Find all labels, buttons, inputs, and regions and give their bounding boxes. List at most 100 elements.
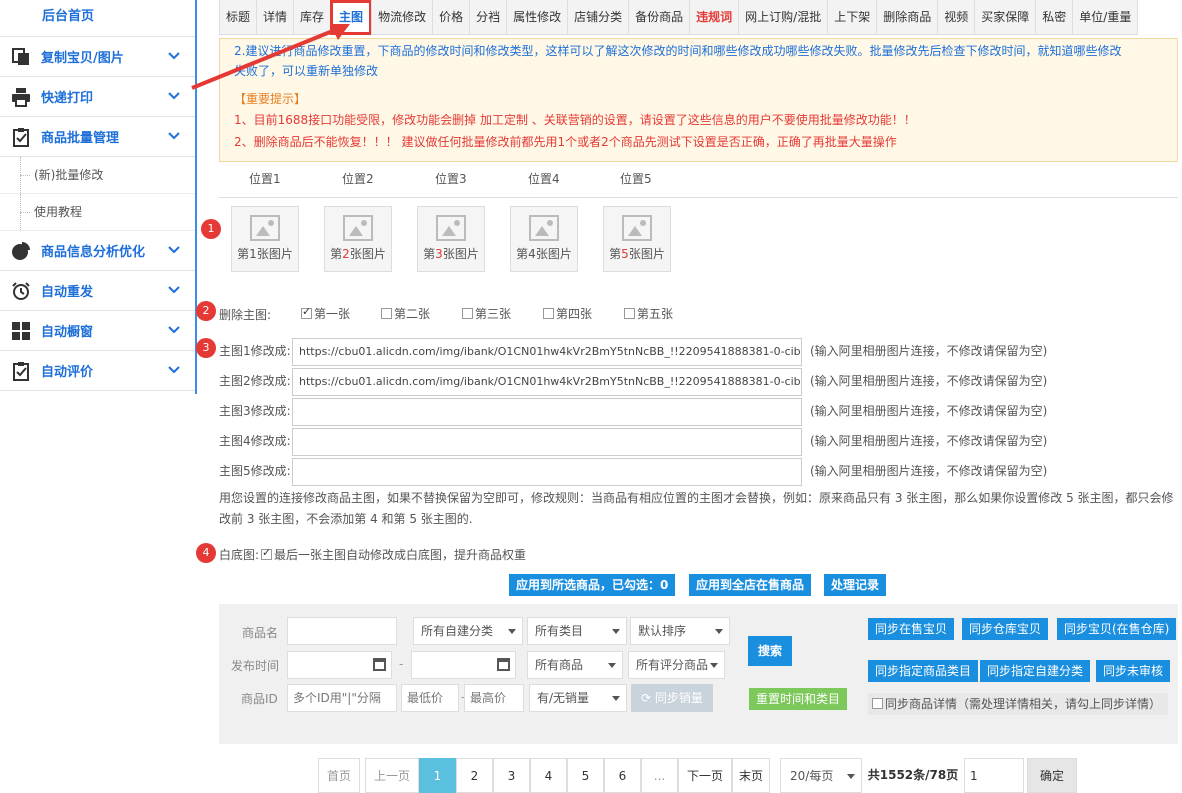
sidebar-item-label: 自动橱窗 <box>41 325 94 340</box>
sync-warehouse-button[interactable]: 同步仓库宝贝 <box>962 618 1049 640</box>
image-slot-2[interactable]: 第2张图片 <box>324 206 392 272</box>
reset-time-button[interactable]: 重置时间和类目 <box>749 688 848 710</box>
sync-unreviewed-button[interactable]: 同步未审核 <box>1096 660 1171 682</box>
image-placeholder-icon <box>250 215 280 241</box>
own-category-select[interactable]: 所有自建分类 <box>413 617 523 645</box>
page-button[interactable]: 1 <box>419 758 456 793</box>
main-image-2-input[interactable]: https://cbu01.alicdn.com/img/ibank/O1CN0… <box>292 368 802 396</box>
tab-listing[interactable]: 上下架 <box>827 0 878 35</box>
page-button[interactable]: 3 <box>493 758 530 793</box>
prev-page-button[interactable]: 上一页 <box>365 758 419 793</box>
main-image-3-input[interactable] <box>292 398 802 426</box>
sidebar-item-review[interactable]: 自动评价 <box>0 351 195 391</box>
sync-sales-button[interactable]: ⟳ 同步销量 <box>631 684 713 712</box>
page-button[interactable]: 4 <box>530 758 567 793</box>
checkbox[interactable] <box>624 308 635 319</box>
position-label: 位置5 <box>620 172 652 186</box>
confirm-page-button[interactable]: 确定 <box>1027 758 1077 793</box>
delete-option-2[interactable]: 第二张 <box>381 305 430 322</box>
goto-page-input[interactable]: 1 <box>964 758 1024 793</box>
main-image-4-input[interactable] <box>292 428 802 456</box>
goods-select[interactable]: 所有商品 <box>527 651 623 679</box>
page-button[interactable]: 2 <box>456 758 493 793</box>
tab-banned-words[interactable]: 违规词 <box>689 0 740 35</box>
tab-delete-goods[interactable]: 删除商品 <box>876 0 939 35</box>
sidebar-item-label: 自动评价 <box>41 365 94 380</box>
sidebar-item-analysis[interactable]: 商品信息分析优化 <box>0 231 195 271</box>
sync-all-button[interactable]: 同步宝贝(在售仓库) <box>1057 618 1177 640</box>
sidebar-item-print[interactable]: 快递打印 <box>0 77 195 117</box>
last-page-button[interactable]: 末页 <box>732 758 770 793</box>
main-image-1-input[interactable]: https://cbu01.alicdn.com/img/ibank/O1CN0… <box>292 338 802 366</box>
sidebar-item-batch[interactable]: 商品批量管理 <box>0 117 195 157</box>
chevron-down-icon <box>168 52 180 60</box>
tab-price[interactable]: 价格 <box>432 0 471 35</box>
product-id-label: 商品ID <box>241 692 278 706</box>
tab-stock[interactable]: 库存 <box>293 0 332 35</box>
checkbox[interactable] <box>543 308 554 319</box>
delete-option-1[interactable]: 第一张 <box>301 305 350 322</box>
delete-option-5[interactable]: 第五张 <box>624 305 673 322</box>
delete-option-3[interactable]: 第三张 <box>462 305 511 322</box>
start-date-input[interactable] <box>287 651 392 679</box>
next-page-button[interactable]: 下一页 <box>678 758 732 793</box>
tab-main-image[interactable]: 主图 <box>330 0 373 35</box>
records-button[interactable]: 处理记录 <box>824 574 887 596</box>
image-slot-1[interactable]: 第1张图片 <box>231 206 299 272</box>
search-button[interactable]: 搜索 <box>748 636 793 666</box>
tab-buyer-guarantee[interactable]: 买家保障 <box>974 0 1037 35</box>
tab-tier[interactable]: 分裆 <box>469 0 508 35</box>
sort-select[interactable]: 默认排序 <box>630 617 730 645</box>
image-slot-5[interactable]: 第5张图片 <box>603 206 671 272</box>
sidebar-item-label: 自动重发 <box>41 285 94 300</box>
sync-onsale-button[interactable]: 同步在售宝贝 <box>868 618 955 640</box>
checkbox[interactable] <box>462 308 473 319</box>
checkbox[interactable] <box>301 305 312 319</box>
search-panel: 商品名 所有自建分类 所有类目 默认排序 发布时间 - 所有商品 所有评分商品 … <box>219 604 1178 744</box>
page-button[interactable]: 6 <box>604 758 641 793</box>
product-name-label: 商品名 <box>242 626 279 640</box>
apply-selected-button[interactable]: 应用到所选商品，已勾选：0 <box>509 574 676 596</box>
tab-unit-weight[interactable]: 单位/重量 <box>1072 0 1139 35</box>
sync-own-category-button[interactable]: 同步指定自建分类 <box>980 660 1091 682</box>
tab-logistics[interactable]: 物流修改 <box>371 0 434 35</box>
min-price-input[interactable]: 最低价 <box>401 684 459 712</box>
apply-all-button[interactable]: 应用到全店在售商品 <box>689 574 812 596</box>
sales-select[interactable]: 有/无销量 <box>529 684 627 712</box>
main-image-5-input[interactable] <box>292 458 802 486</box>
tab-shop-category[interactable]: 店铺分类 <box>567 0 630 35</box>
sync-category-button[interactable]: 同步指定商品类目 <box>868 660 979 682</box>
sidebar-item-window[interactable]: 自动橱窗 <box>0 311 195 351</box>
tab-private[interactable]: 私密 <box>1035 0 1074 35</box>
category-select[interactable]: 所有类目 <box>527 617 627 645</box>
sidebar-item-resend[interactable]: 自动重发 <box>0 271 195 311</box>
sidebar-subitem-new-batch[interactable]: (新)批量修改 <box>0 157 195 194</box>
checkbox[interactable] <box>261 546 272 560</box>
rating-select[interactable]: 所有评分商品 <box>628 651 725 679</box>
sidebar-home[interactable]: 后台首页 <box>0 0 195 37</box>
per-page-select[interactable]: 20/每页 <box>780 758 862 793</box>
sync-detail-option[interactable]: 同步商品详情（需处理详情相关，请勾上同步详情） <box>868 693 1168 715</box>
checkbox[interactable] <box>872 698 883 709</box>
delete-option-4[interactable]: 第四张 <box>543 305 592 322</box>
tab-title[interactable]: 标题 <box>219 0 258 35</box>
image-slot-3[interactable]: 第3张图片 <box>417 206 485 272</box>
sidebar-item-copy[interactable]: 复制宝贝/图片 <box>0 37 195 77</box>
product-name-input[interactable] <box>287 617 397 645</box>
image-slot-4[interactable]: 第4张图片 <box>510 206 578 272</box>
product-id-input[interactable]: 多个ID用"|"分隔 <box>287 684 397 712</box>
tab-video[interactable]: 视频 <box>937 0 976 35</box>
page-button[interactable]: 5 <box>567 758 604 793</box>
important-title: 【重要提示】 <box>234 92 307 106</box>
max-price-input[interactable]: 最高价 <box>464 684 524 712</box>
checkbox[interactable] <box>381 308 392 319</box>
sidebar-subitem-tutorial[interactable]: 使用教程 <box>0 194 195 231</box>
white-bg-option[interactable]: 最后一张主图自动修改成白底图，提升商品权重 <box>261 546 526 563</box>
tab-attributes[interactable]: 属性修改 <box>506 0 569 35</box>
tab-online-order[interactable]: 网上订购/混批 <box>738 0 829 35</box>
tab-detail[interactable]: 详情 <box>256 0 295 35</box>
tab-backup[interactable]: 备份商品 <box>628 0 691 35</box>
end-date-input[interactable] <box>411 651 516 679</box>
first-page-button[interactable]: 首页 <box>318 758 360 793</box>
publish-time-label: 发布时间 <box>231 659 280 673</box>
